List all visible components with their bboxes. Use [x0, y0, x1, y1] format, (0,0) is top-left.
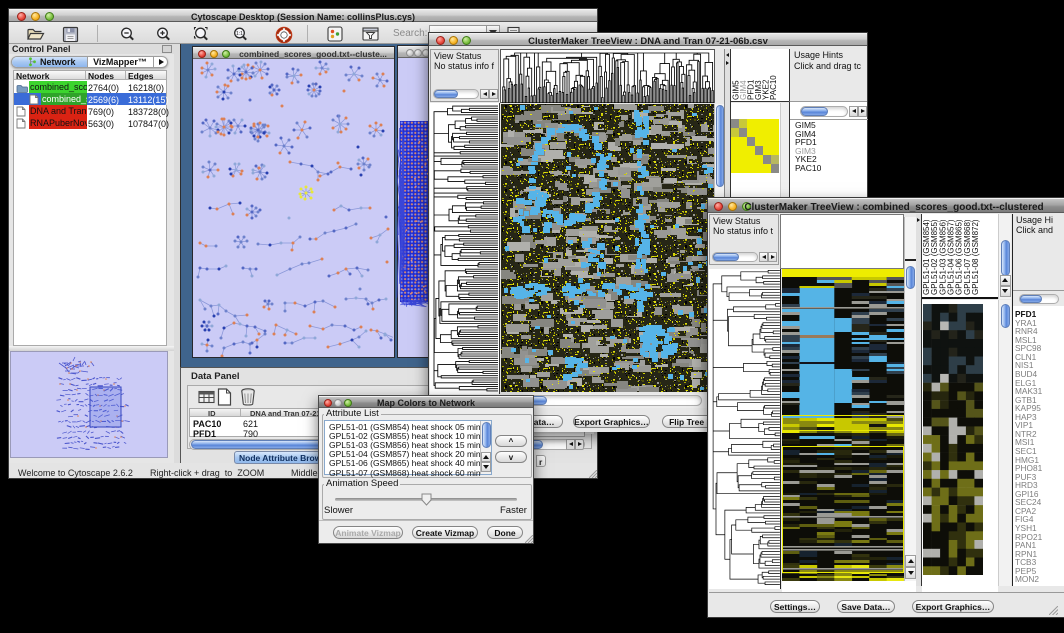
- svg-text:1:1: 1:1: [236, 31, 243, 37]
- svg-text:PAC10: PAC10: [769, 75, 778, 100]
- svg-text:GPL51-08 (GSM872): GPL51-08 (GSM872): [971, 219, 980, 295]
